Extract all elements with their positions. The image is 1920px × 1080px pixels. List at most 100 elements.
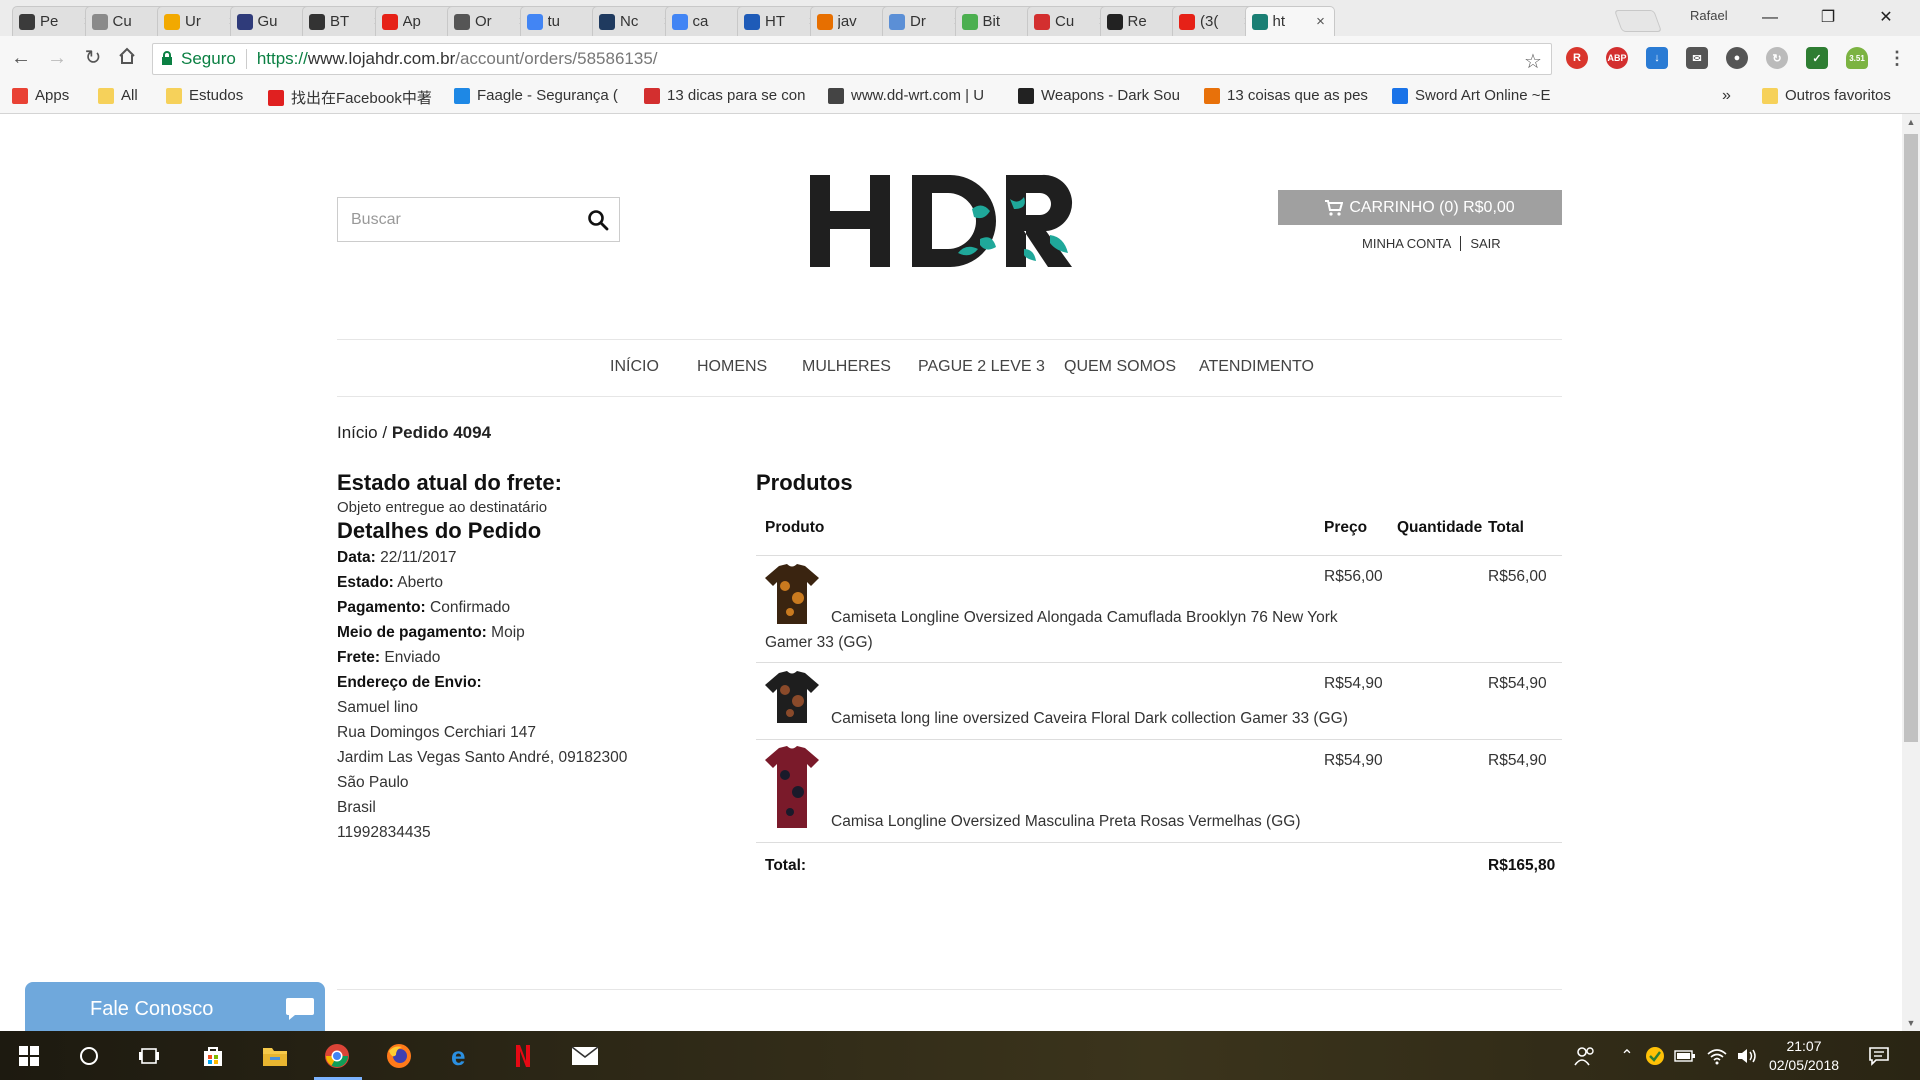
- menu-item-quem-somos[interactable]: QUEM SOMOS: [1064, 358, 1176, 376]
- new-tab-button[interactable]: [1613, 10, 1663, 32]
- bookmarks-more-button[interactable]: »: [1722, 87, 1731, 105]
- breadcrumb-home[interactable]: Início: [337, 423, 378, 442]
- header-total: Total: [1488, 519, 1524, 536]
- bookmark-item[interactable]: Faagle - Segurança (: [454, 87, 618, 104]
- order-field: Data: 22/11/2017: [337, 545, 737, 570]
- bookmark-item[interactable]: 找出在Facebook中著: [268, 87, 432, 108]
- menu-item-inicio[interactable]: INÍCIO: [610, 358, 659, 376]
- tab-title: ca: [692, 13, 709, 30]
- hs-icon: [1204, 87, 1220, 104]
- profile-name[interactable]: Rafael: [1690, 8, 1728, 23]
- flash-icon: [268, 89, 284, 106]
- total-value: R$165,80: [1488, 857, 1556, 874]
- shipping-address: Samuel lino Rua Domingos Cerchiari 147 Jar…: [337, 695, 737, 845]
- product-name[interactable]: Camiseta Longline Oversized Alongada Cam…: [765, 605, 1338, 655]
- address-line: Jardim Las Vegas Santo André, 09182300: [337, 749, 628, 766]
- android-icon[interactable]: 3.51: [1846, 47, 1868, 69]
- notifications-icon[interactable]: [1864, 1041, 1894, 1071]
- my-account-link[interactable]: MINHA CONTA: [1362, 236, 1451, 251]
- tab-title: Ur: [185, 13, 201, 30]
- order-details-title: Detalhes do Pedido: [337, 518, 542, 543]
- chrome-menu-icon[interactable]: ⋮: [1886, 47, 1908, 69]
- norton-icon[interactable]: [1640, 1041, 1670, 1071]
- order-field-label: Data:: [337, 549, 376, 566]
- bookmark-item[interactable]: Apps: [12, 87, 69, 104]
- bookmark-item[interactable]: 13 dicas para se con: [644, 87, 805, 104]
- menu-item-atendimento[interactable]: ATENDIMENTO: [1199, 358, 1314, 376]
- product-price: R$54,90: [1324, 675, 1383, 692]
- firefox-icon[interactable]: [384, 1041, 414, 1071]
- other-bookmarks-folder[interactable]: Outros favoritos: [1762, 87, 1891, 104]
- extension-r-icon[interactable]: R: [1566, 47, 1588, 69]
- restore-button[interactable]: ❐: [1808, 6, 1848, 30]
- ddwrt-icon: [828, 87, 844, 104]
- products-table-footer: Total: R$165,80: [756, 843, 1562, 891]
- people-icon[interactable]: [1570, 1041, 1600, 1071]
- main-menu: INÍCIO HOMENS MULHERES PAGUE 2 LEVE 3 QU…: [337, 339, 1562, 397]
- edge-icon[interactable]: e: [446, 1041, 476, 1071]
- close-window-button[interactable]: ✕: [1866, 6, 1906, 30]
- file-explorer-icon[interactable]: [260, 1041, 290, 1071]
- tab-title: Ap: [402, 13, 421, 30]
- menu-item-pague-2-leve-3[interactable]: PAGUE 2 LEVE 3: [918, 358, 1045, 376]
- products-table: Produto Preço Quantidade Total Camiseta …: [756, 504, 1562, 891]
- product-name[interactable]: Camiseta long line oversized Caveira Flo…: [765, 706, 1348, 731]
- url-path: /account/orders/58586135/: [455, 49, 658, 68]
- mail-icon[interactable]: ✉: [1686, 47, 1708, 69]
- home-icon[interactable]: [114, 46, 140, 72]
- hdr-logo[interactable]: [810, 169, 1085, 275]
- bookmark-star-icon[interactable]: ☆: [1524, 49, 1542, 74]
- product-name[interactable]: Camisa Longline Oversized Masculina Pret…: [765, 809, 1301, 834]
- reload-icon[interactable]: ↻: [80, 46, 106, 72]
- address-line: Brasil: [337, 799, 376, 816]
- scroll-up-icon[interactable]: ▲: [1902, 114, 1920, 130]
- forward-icon[interactable]: →: [44, 46, 70, 72]
- chrome-taskbar-icon[interactable]: [322, 1041, 352, 1071]
- task-view-icon[interactable]: [134, 1041, 164, 1071]
- scroll-down-icon[interactable]: ▼: [1902, 1015, 1920, 1031]
- back-icon[interactable]: ←: [8, 46, 34, 72]
- bookmark-item[interactable]: Weapons - Dark Sou: [1018, 87, 1180, 104]
- bookmark-item[interactable]: All: [98, 87, 138, 104]
- cortana-icon[interactable]: [74, 1041, 104, 1071]
- battery-icon[interactable]: [1670, 1041, 1700, 1071]
- wifi-icon[interactable]: [1702, 1041, 1732, 1071]
- address-bar[interactable]: Seguro https://www.lojahdr.com.br/accoun…: [152, 43, 1552, 75]
- extension-gray-icon[interactable]: ↻: [1766, 47, 1788, 69]
- search-input[interactable]: [338, 198, 578, 241]
- browser-tab[interactable]: ht ×: [1244, 6, 1335, 36]
- windows-start-icon[interactable]: [14, 1041, 44, 1071]
- close-tab-icon[interactable]: ×: [1314, 13, 1328, 30]
- shipping-status-text: Objeto entregue ao destinatário: [337, 499, 548, 516]
- chat-bubble-icon: [286, 998, 314, 1020]
- chat-widget[interactable]: Fale Conosco: [25, 982, 325, 1031]
- show-hidden-icons-icon[interactable]: ⌃: [1612, 1041, 1642, 1071]
- products-table-header: Produto Preço Quantidade Total: [756, 504, 1562, 556]
- page-scrollbar[interactable]: ▲ ▼: [1902, 114, 1920, 1031]
- address-line: 11992834435: [337, 824, 431, 841]
- download-icon[interactable]: ↓: [1646, 47, 1668, 69]
- extension-check-icon[interactable]: ✓: [1806, 47, 1828, 69]
- search-icon[interactable]: [586, 208, 610, 232]
- tab-title: Pe: [40, 13, 59, 30]
- menu-item-mulheres[interactable]: MULHERES: [802, 358, 891, 376]
- folder-icon: [166, 87, 182, 104]
- mail-app-icon[interactable]: [570, 1041, 600, 1071]
- adblock-icon[interactable]: ABP: [1606, 47, 1628, 69]
- bookmark-item[interactable]: Sword Art Online ~E: [1392, 87, 1550, 104]
- scrollbar-thumb[interactable]: [1904, 134, 1918, 742]
- extension-pin-icon[interactable]: ●: [1726, 47, 1748, 69]
- store-icon[interactable]: [198, 1041, 228, 1071]
- bookmark-item[interactable]: 13 coisas que as pes: [1204, 87, 1368, 104]
- account-links: MINHA CONTA SAIR: [1362, 236, 1501, 251]
- netflix-icon[interactable]: [508, 1041, 538, 1071]
- taskbar-clock[interactable]: 21:07 02/05/2018: [1764, 1037, 1844, 1075]
- logout-link[interactable]: SAIR: [1470, 236, 1500, 251]
- bookmark-item[interactable]: www.dd-wrt.com | U: [828, 87, 984, 104]
- bookmark-item[interactable]: Estudos: [166, 87, 243, 104]
- menu-item-homens[interactable]: HOMENS: [697, 358, 767, 376]
- tab-title: BT: [330, 13, 350, 30]
- minimize-button[interactable]: —: [1750, 6, 1790, 30]
- cart-button[interactable]: CARRINHO (0) R$0,00: [1278, 190, 1562, 225]
- volume-icon[interactable]: [1732, 1041, 1762, 1071]
